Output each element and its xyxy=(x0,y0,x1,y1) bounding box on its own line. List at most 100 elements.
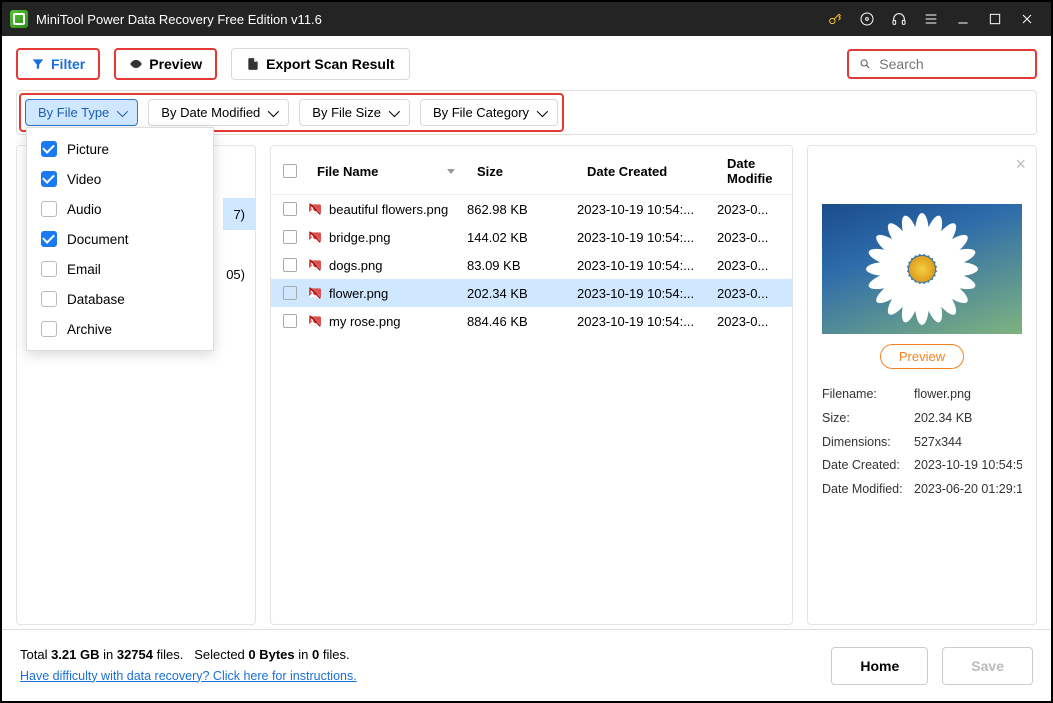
pill-by-date-modified[interactable]: By Date Modified xyxy=(148,99,289,126)
file-name: flower.png xyxy=(329,286,388,301)
key-icon[interactable] xyxy=(827,11,843,27)
export-icon xyxy=(246,57,260,71)
maximize-icon[interactable] xyxy=(987,11,1003,27)
file-date-modified: 2023-0... xyxy=(717,230,786,245)
row-checkbox[interactable] xyxy=(283,258,297,272)
table-row[interactable]: beautiful flowers.png 862.98 KB 2023-10-… xyxy=(271,195,792,223)
left-fragment-b: 05) xyxy=(223,258,255,290)
checkbox-icon xyxy=(41,141,57,157)
toolbar: Filter Preview Export Scan Result xyxy=(2,36,1051,90)
left-fragment-a: 7) xyxy=(223,198,255,230)
sort-desc-icon xyxy=(447,169,455,174)
search-box[interactable] xyxy=(847,49,1037,79)
filter-button[interactable]: Filter xyxy=(16,48,100,80)
save-button[interactable]: Save xyxy=(942,647,1033,685)
table-row[interactable]: dogs.png 83.09 KB 2023-10-19 10:54:... 2… xyxy=(271,251,792,279)
row-checkbox[interactable] xyxy=(283,314,297,328)
option-label: Video xyxy=(67,172,101,187)
file-type-option[interactable]: Email xyxy=(27,254,213,284)
menu-icon[interactable] xyxy=(923,11,939,27)
file-name: my rose.png xyxy=(329,314,401,329)
file-date-created: 2023-10-19 10:54:... xyxy=(577,258,717,273)
file-type-option[interactable]: Database xyxy=(27,284,213,314)
chevron-down-icon xyxy=(537,105,548,116)
option-label: Document xyxy=(67,232,129,247)
checkbox-icon xyxy=(41,231,57,247)
file-type-option[interactable]: Archive xyxy=(27,314,213,344)
title-bar: MiniTool Power Data Recovery Free Editio… xyxy=(2,2,1051,36)
file-type-option[interactable]: Document xyxy=(27,224,213,254)
file-date-created: 2023-10-19 10:54:... xyxy=(577,202,717,217)
col-file-name[interactable]: File Name xyxy=(311,164,471,179)
file-size: 202.34 KB xyxy=(467,286,577,301)
table-row[interactable]: bridge.png 144.02 KB 2023-10-19 10:54:..… xyxy=(271,223,792,251)
row-checkbox[interactable] xyxy=(283,202,297,216)
col-date-created[interactable]: Date Created xyxy=(581,164,721,179)
option-label: Audio xyxy=(67,202,102,217)
table-row[interactable]: flower.png 202.34 KB 2023-10-19 10:54:..… xyxy=(271,279,792,307)
image-file-icon xyxy=(307,285,323,301)
file-date-created: 2023-10-19 10:54:... xyxy=(577,286,717,301)
col-size[interactable]: Size xyxy=(471,164,581,179)
close-icon[interactable] xyxy=(1019,11,1035,27)
filter-label: Filter xyxy=(51,56,85,72)
checkbox-icon xyxy=(41,261,57,277)
pill-by-file-category[interactable]: By File Category xyxy=(420,99,558,126)
image-file-icon xyxy=(307,313,323,329)
file-date-modified: 2023-0... xyxy=(717,286,786,301)
close-preview-icon[interactable]: × xyxy=(1015,154,1026,175)
file-name: bridge.png xyxy=(329,230,390,245)
search-icon xyxy=(859,57,871,71)
app-logo-icon xyxy=(10,10,28,28)
image-file-icon xyxy=(307,257,323,273)
file-size: 862.98 KB xyxy=(467,202,577,217)
image-file-icon xyxy=(307,201,323,217)
file-size: 884.46 KB xyxy=(467,314,577,329)
file-date-modified: 2023-0... xyxy=(717,258,786,273)
checkbox-icon xyxy=(41,321,57,337)
file-date-modified: 2023-0... xyxy=(717,314,786,329)
funnel-icon xyxy=(31,57,45,71)
file-type-option[interactable]: Video xyxy=(27,164,213,194)
table-row[interactable]: my rose.png 884.46 KB 2023-10-19 10:54:.… xyxy=(271,307,792,335)
file-type-dropdown: Picture Video Audio Document Email Database Ar… xyxy=(26,127,214,351)
row-checkbox[interactable] xyxy=(283,286,297,300)
file-table: File Name Size Date Created Date Modifie… xyxy=(270,145,793,625)
eye-icon xyxy=(129,57,143,71)
pill-by-file-size[interactable]: By File Size xyxy=(299,99,410,126)
file-date-created: 2023-10-19 10:54:... xyxy=(577,230,717,245)
chevron-down-icon xyxy=(268,105,279,116)
disc-icon[interactable] xyxy=(859,11,875,27)
headphones-icon[interactable] xyxy=(891,11,907,27)
file-type-option[interactable]: Audio xyxy=(27,194,213,224)
minimize-icon[interactable] xyxy=(955,11,971,27)
preview-open-button[interactable]: Preview xyxy=(880,344,964,369)
export-label: Export Scan Result xyxy=(266,56,394,72)
col-date-modified[interactable]: Date Modifie xyxy=(721,156,786,186)
option-label: Database xyxy=(67,292,125,307)
file-size: 144.02 KB xyxy=(467,230,577,245)
pill-by-file-type[interactable]: By File Type xyxy=(25,99,138,126)
status-bar: Total 3.21 GB in 32754 files. Selected 0… xyxy=(2,629,1051,701)
preview-thumbnail xyxy=(822,204,1022,334)
preview-button[interactable]: Preview xyxy=(114,48,217,80)
row-checkbox[interactable] xyxy=(283,230,297,244)
preview-panel: × Preview Filename:flower.png Size:202.3… xyxy=(807,145,1037,625)
file-date-created: 2023-10-19 10:54:... xyxy=(577,314,717,329)
status-text: Total 3.21 GB in 32754 files. Selected 0… xyxy=(20,645,357,666)
checkbox-icon xyxy=(41,171,57,187)
export-button[interactable]: Export Scan Result xyxy=(231,48,409,80)
preview-label: Preview xyxy=(149,56,202,72)
help-link[interactable]: Have difficulty with data recovery? Clic… xyxy=(20,669,357,683)
app-title: MiniTool Power Data Recovery Free Editio… xyxy=(36,12,322,27)
select-all-checkbox[interactable] xyxy=(283,164,297,178)
file-metadata: Filename:flower.png Size:202.34 KB Dimen… xyxy=(822,383,1022,502)
search-input[interactable] xyxy=(879,56,1025,72)
home-button[interactable]: Home xyxy=(831,647,928,685)
option-label: Email xyxy=(67,262,101,277)
checkbox-icon xyxy=(41,201,57,217)
file-name: beautiful flowers.png xyxy=(329,202,448,217)
file-type-option[interactable]: Picture xyxy=(27,134,213,164)
chevron-down-icon xyxy=(117,105,128,116)
checkbox-icon xyxy=(41,291,57,307)
